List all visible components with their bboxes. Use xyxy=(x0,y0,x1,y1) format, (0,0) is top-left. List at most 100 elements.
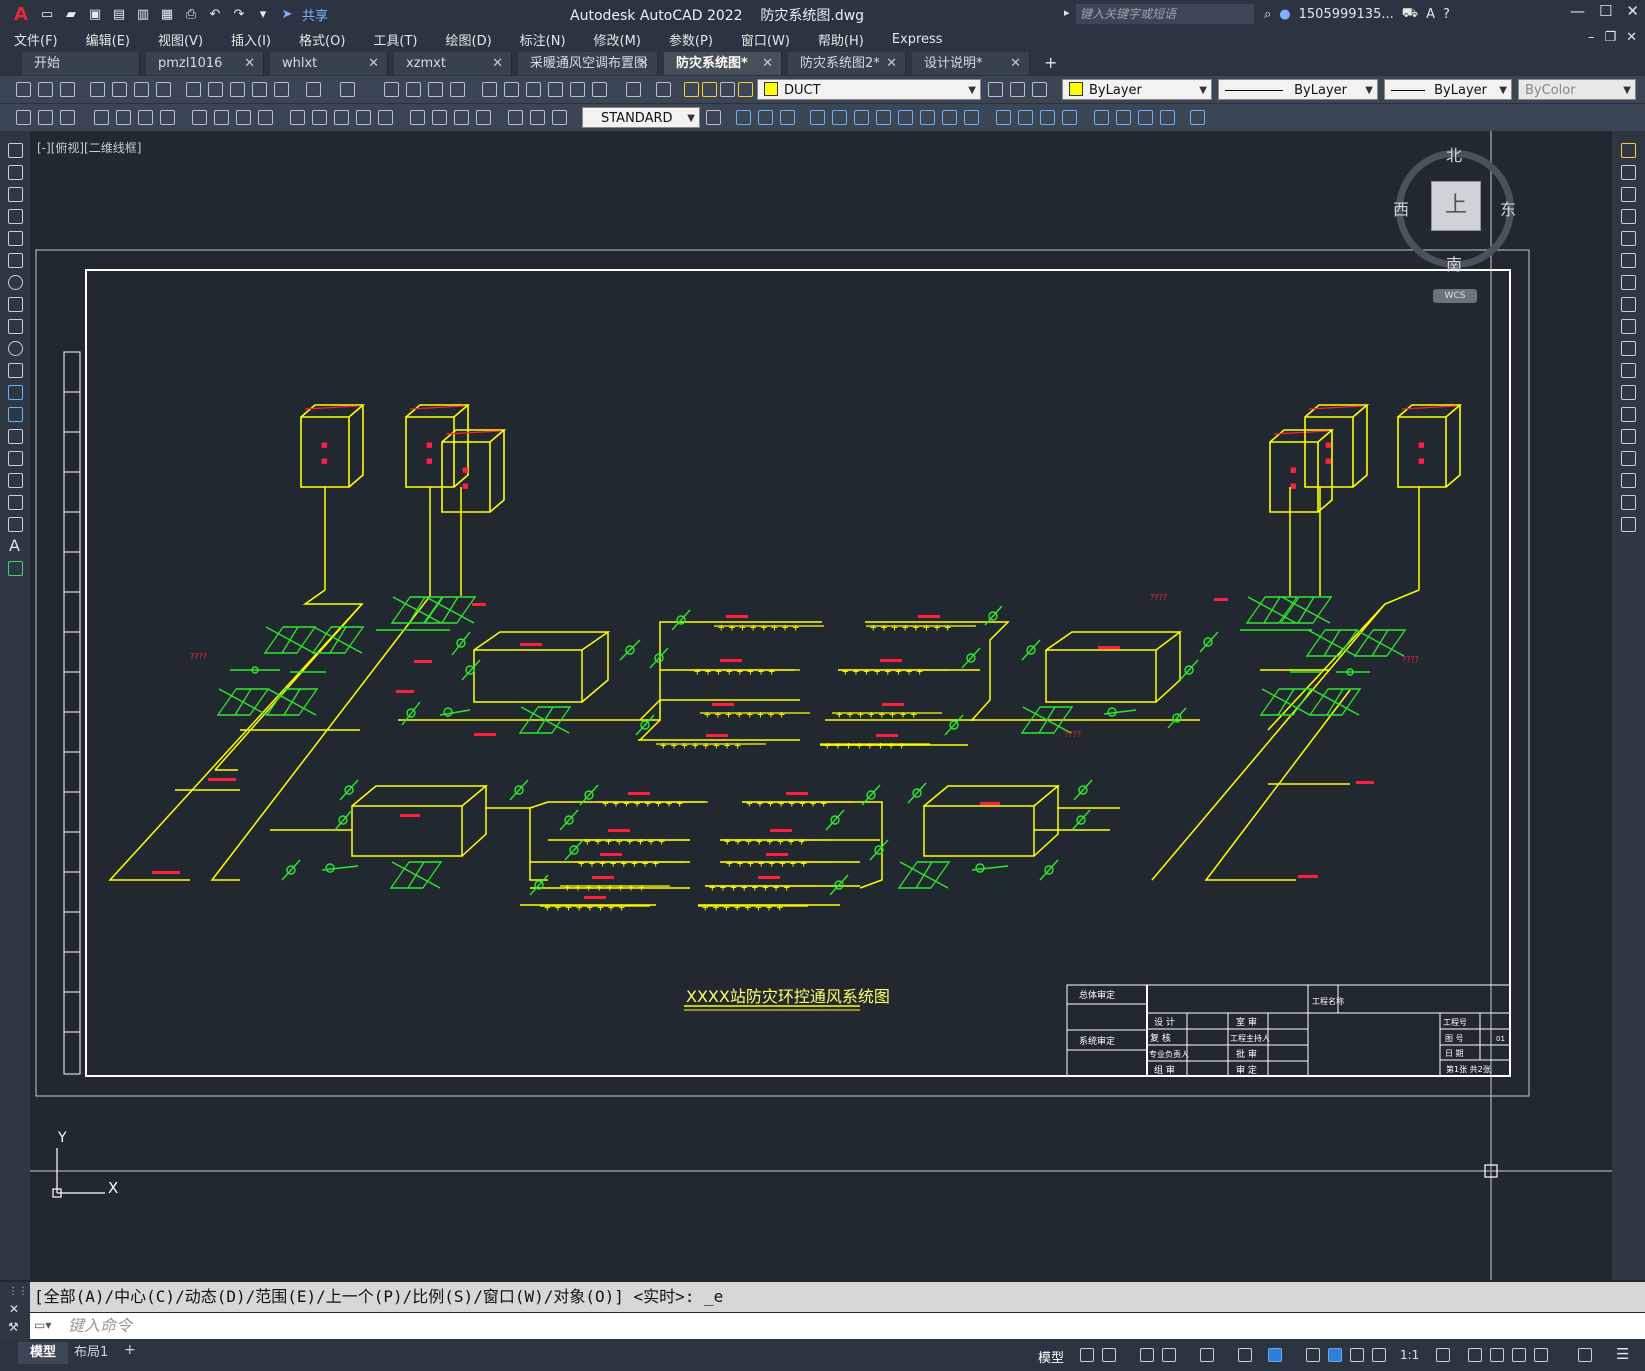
color-dropdown[interactable]: ByLayer ▼ xyxy=(1062,79,1212,100)
tab-close-icon[interactable]: ✕ xyxy=(368,52,379,75)
dimstyle-manager-icon[interactable] xyxy=(706,110,721,125)
circle-icon[interactable] xyxy=(8,275,23,290)
markup-icon[interactable] xyxy=(570,82,585,97)
tab-start[interactable]: 开始 xyxy=(22,52,140,75)
doc-restore-icon[interactable]: ❐ xyxy=(1604,30,1616,45)
undo-icon[interactable]: ↶ xyxy=(206,5,224,23)
rectangle-icon[interactable] xyxy=(8,231,23,246)
open-file-icon[interactable]: ▰ xyxy=(62,5,80,23)
trim-icon[interactable] xyxy=(1621,341,1636,356)
revcloud-icon[interactable] xyxy=(8,297,23,312)
hatch-icon[interactable] xyxy=(8,451,23,466)
blend-curves-icon[interactable] xyxy=(1621,495,1636,510)
offset-icon[interactable] xyxy=(1621,209,1636,224)
user-name[interactable]: 1505999135... xyxy=(1299,7,1394,22)
tab-fangzai-system[interactable]: 防灾系统图* ✕ xyxy=(664,52,782,75)
menu-modify[interactable]: 修改(M) xyxy=(580,30,655,49)
save-icon[interactable]: ▣ xyxy=(86,5,104,23)
web-open-icon[interactable]: ▥ xyxy=(134,5,152,23)
linetype-dropdown[interactable]: ByLayer ▼ xyxy=(1218,79,1378,100)
zoom-realtime-icon[interactable] xyxy=(406,82,421,97)
sheet-set-icon[interactable] xyxy=(548,82,563,97)
table-icon[interactable] xyxy=(16,110,31,125)
quick-dim-icon[interactable] xyxy=(290,110,305,125)
slice-icon[interactable] xyxy=(996,110,1011,125)
viewport-controls[interactable]: [-][俯视][二维线框] xyxy=(37,139,141,156)
lineweight-dropdown[interactable]: ByLayer ▼ xyxy=(1384,79,1512,100)
make-block-icon[interactable] xyxy=(8,407,23,422)
isodraft-icon[interactable] xyxy=(1238,1348,1252,1362)
doc-close-icon[interactable]: ✕ xyxy=(1626,30,1637,45)
drawing-canvas[interactable]: ■ ■ ++++++++ xyxy=(30,131,1612,1280)
layer-previous-icon[interactable] xyxy=(1010,82,1025,97)
dim-edit-icon[interactable] xyxy=(508,110,523,125)
erase-icon[interactable] xyxy=(1621,143,1636,158)
osnap-tracking-icon[interactable] xyxy=(1200,1348,1214,1362)
shell-icon[interactable] xyxy=(1040,110,1055,125)
fullscreen-icon[interactable] xyxy=(1578,1348,1592,1362)
web-save-icon[interactable]: ▦ xyxy=(158,5,176,23)
jogged-linear-icon[interactable] xyxy=(476,110,491,125)
plotstyle-dropdown[interactable]: ByColor ▼ xyxy=(1518,79,1636,100)
dim-update-icon[interactable] xyxy=(552,110,567,125)
dim-ordinate-icon[interactable] xyxy=(160,110,175,125)
menu-help[interactable]: 帮助(H) xyxy=(804,30,878,49)
mtext-icon[interactable]: A xyxy=(9,536,20,555)
close-icon[interactable]: ✕ xyxy=(1626,2,1639,20)
copy-icon[interactable] xyxy=(208,82,223,97)
tab-design-notes[interactable]: 设计说明* ✕ xyxy=(912,52,1030,75)
share-button[interactable]: 共享 xyxy=(302,5,328,24)
layer-on-icon[interactable] xyxy=(684,82,699,97)
pan-icon[interactable] xyxy=(384,82,399,97)
break-icon[interactable] xyxy=(1621,407,1636,422)
tolerance-icon[interactable] xyxy=(410,110,425,125)
maximize-icon[interactable]: ☐ xyxy=(1599,2,1612,20)
snap-icon[interactable] xyxy=(1102,1348,1116,1362)
dim-diameter-icon[interactable] xyxy=(236,110,251,125)
wrench-icon[interactable]: ⚒ xyxy=(8,1320,19,1334)
menu-edit[interactable]: 编辑(E) xyxy=(72,30,144,49)
viewcube-east[interactable]: 东 xyxy=(1500,196,1516,220)
help-icon[interactable]: ? xyxy=(1443,7,1450,22)
annotation-scale-icon[interactable] xyxy=(1372,1348,1386,1362)
layer-freeze-icon[interactable] xyxy=(702,82,717,97)
plot-icon[interactable] xyxy=(90,82,105,97)
tab-pmzl1016[interactable]: pmzl1016 ✕ xyxy=(146,52,264,75)
move-icon[interactable] xyxy=(1621,253,1636,268)
match-properties-icon[interactable] xyxy=(252,82,267,97)
dim-baseline-icon[interactable] xyxy=(312,110,327,125)
customize-qat-icon[interactable]: ▾ xyxy=(254,5,272,23)
intersect-icon[interactable] xyxy=(964,110,979,125)
dim-linear-icon[interactable] xyxy=(94,110,109,125)
center-mark-icon[interactable] xyxy=(432,110,447,125)
layer-properties-icon[interactable] xyxy=(656,82,671,97)
fillet-icon[interactable] xyxy=(1621,473,1636,488)
wcs-menu[interactable]: WCS xyxy=(1433,289,1477,303)
loft-icon[interactable] xyxy=(876,110,891,125)
paste-icon[interactable] xyxy=(230,82,245,97)
dim-text-edit-icon[interactable] xyxy=(530,110,545,125)
3d-mirror-icon[interactable] xyxy=(1190,110,1205,125)
design-center-icon[interactable] xyxy=(504,82,519,97)
save-icon[interactable] xyxy=(60,82,75,97)
dim-space-icon[interactable] xyxy=(356,110,371,125)
calculator-icon[interactable] xyxy=(592,82,607,97)
3d-rotate-icon[interactable] xyxy=(1116,110,1131,125)
redo-icon[interactable]: ↷ xyxy=(230,5,248,23)
application-menu-button[interactable]: A xyxy=(10,4,32,25)
layer-dropdown[interactable]: DUCT ▼ xyxy=(757,79,981,100)
menu-view[interactable]: 视图(V) xyxy=(144,30,217,49)
arc-icon[interactable] xyxy=(8,253,23,268)
viewcube-top-face[interactable]: 上 xyxy=(1431,181,1481,231)
layer-lock-icon[interactable] xyxy=(738,82,753,97)
menu-window[interactable]: 窗口(W) xyxy=(727,30,804,49)
3d-move-icon[interactable] xyxy=(1094,110,1109,125)
tab-close-icon[interactable]: ✕ xyxy=(244,52,255,75)
extrude-icon[interactable] xyxy=(810,110,825,125)
lineweight-icon[interactable] xyxy=(1306,1348,1320,1362)
tab-fangzai-system-2[interactable]: 防灾系统图2* ✕ xyxy=(788,52,906,75)
new-tab-icon[interactable]: + xyxy=(1044,53,1057,72)
menu-dimension[interactable]: 标注(N) xyxy=(506,30,580,49)
globe-icon[interactable] xyxy=(156,82,171,97)
menu-file[interactable]: 文件(F) xyxy=(0,30,72,49)
